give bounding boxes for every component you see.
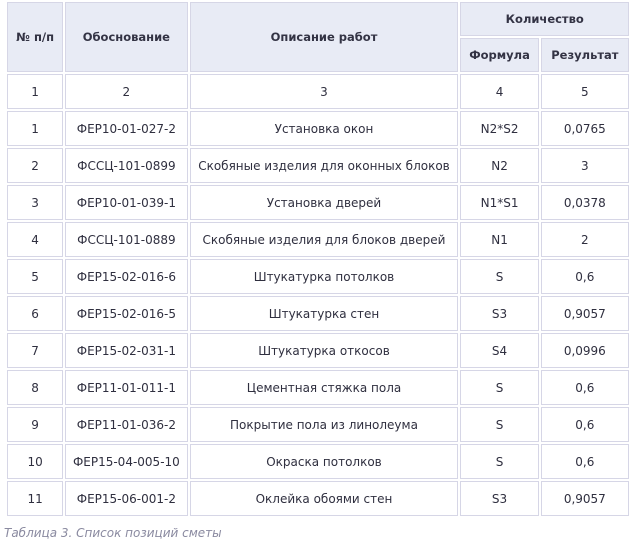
table-row: 7 ФЕР15-02-031-1 Штукатурка откосов S4 0,099… bbox=[7, 333, 629, 368]
table-row: 8 ФЕР11-01-011-1 Цементная стяжка пола S 0,6 bbox=[7, 370, 629, 405]
cell-formula: S3 bbox=[460, 481, 539, 516]
cell-basis: ФЕР11-01-011-1 bbox=[65, 370, 188, 405]
cell-formula: S bbox=[460, 444, 539, 479]
cell-result: 0,0765 bbox=[540, 111, 629, 146]
cell-num: 6 bbox=[7, 296, 64, 331]
cell-result: 0,6 bbox=[540, 407, 629, 442]
cell-description: Оклейка обоями стен bbox=[189, 481, 459, 516]
column-number: 4 bbox=[460, 74, 539, 109]
header-basis: Обоснование bbox=[65, 2, 188, 72]
cell-result: 0,9057 bbox=[540, 296, 629, 331]
cell-basis: ФССЦ-101-0899 bbox=[65, 148, 188, 183]
cell-result: 0,6 bbox=[540, 444, 629, 479]
cell-num: 8 bbox=[7, 370, 64, 405]
cell-description: Штукатурка потолков bbox=[189, 259, 459, 294]
cell-result: 3 bbox=[540, 148, 629, 183]
table-row: 6 ФЕР15-02-016-5 Штукатурка стен S3 0,9057 bbox=[7, 296, 629, 331]
cell-basis: ФЕР11-01-036-2 bbox=[65, 407, 188, 442]
cell-description: Штукатурка откосов bbox=[189, 333, 459, 368]
cell-num: 3 bbox=[7, 185, 64, 220]
cell-num: 5 bbox=[7, 259, 64, 294]
table-row: 10 ФЕР15-04-005-10 Окраска потолков S 0,6 bbox=[7, 444, 629, 479]
cell-result: 0,9057 bbox=[540, 481, 629, 516]
cell-description: Цементная стяжка пола bbox=[189, 370, 459, 405]
cell-basis: ФЕР15-02-016-5 bbox=[65, 296, 188, 331]
table-row: 9 ФЕР11-01-036-2 Покрытие пола из линолеум… bbox=[7, 407, 629, 442]
cell-formula: S bbox=[460, 407, 539, 442]
cell-formula: S bbox=[460, 259, 539, 294]
cell-basis: ФЕР15-06-001-2 bbox=[65, 481, 188, 516]
table-row: 3 ФЕР10-01-039-1 Установка дверей N1*S1 0,03… bbox=[7, 185, 629, 220]
table-caption: Таблица 3. Список позиций сметы bbox=[4, 526, 222, 540]
table-body: 1 2 3 4 5 1 ФЕР10-01-027-2 Установка окон N… bbox=[7, 74, 629, 516]
table-row: 4 ФССЦ-101-0889 Скобяные изделия для блоко… bbox=[7, 222, 629, 257]
header-formula: Формула bbox=[460, 38, 539, 72]
header-result: Результат bbox=[540, 38, 629, 72]
cell-num: 11 bbox=[7, 481, 64, 516]
cell-basis: ФЕР15-02-016-6 bbox=[65, 259, 188, 294]
cell-num: 4 bbox=[7, 222, 64, 257]
cell-description: Скобяные изделия для блоков дверей bbox=[189, 222, 459, 257]
cell-formula: N2*S2 bbox=[460, 111, 539, 146]
cell-description: Покрытие пола из линолеума bbox=[189, 407, 459, 442]
cell-num: 10 bbox=[7, 444, 64, 479]
header-description: Описание работ bbox=[189, 2, 459, 72]
cell-result: 0,6 bbox=[540, 370, 629, 405]
cell-num: 2 bbox=[7, 148, 64, 183]
cell-description: Установка окон bbox=[189, 111, 459, 146]
table-row: 1 ФЕР10-01-027-2 Установка окон N2*S2 0,0765 bbox=[7, 111, 629, 146]
column-number: 5 bbox=[540, 74, 629, 109]
cell-formula: S bbox=[460, 370, 539, 405]
column-number: 3 bbox=[189, 74, 459, 109]
cell-basis: ФЕР10-01-027-2 bbox=[65, 111, 188, 146]
column-number: 1 bbox=[7, 74, 64, 109]
cell-formula: S4 bbox=[460, 333, 539, 368]
header-quantity: Количество bbox=[460, 2, 629, 36]
estimate-table: № п/п Обоснование Описание работ Количес… bbox=[5, 0, 631, 518]
cell-formula: N1*S1 bbox=[460, 185, 539, 220]
cell-basis: ФССЦ-101-0889 bbox=[65, 222, 188, 257]
header-num: № п/п bbox=[7, 2, 64, 72]
cell-result: 2 bbox=[540, 222, 629, 257]
cell-formula: N1 bbox=[460, 222, 539, 257]
cell-description: Скобяные изделия для оконных блоков bbox=[189, 148, 459, 183]
cell-result: 0,0996 bbox=[540, 333, 629, 368]
estimate-table-container: № п/п Обоснование Описание работ Количес… bbox=[5, 0, 631, 518]
table-row: 2 ФССЦ-101-0899 Скобяные изделия для оконн… bbox=[7, 148, 629, 183]
table-row: 11 ФЕР15-06-001-2 Оклейка обоями стен S3 0,9… bbox=[7, 481, 629, 516]
cell-num: 9 bbox=[7, 407, 64, 442]
cell-formula: N2 bbox=[460, 148, 539, 183]
cell-basis: ФЕР10-01-039-1 bbox=[65, 185, 188, 220]
cell-description: Штукатурка стен bbox=[189, 296, 459, 331]
cell-basis: ФЕР15-04-005-10 bbox=[65, 444, 188, 479]
cell-result: 0,0378 bbox=[540, 185, 629, 220]
column-numbers-row: 1 2 3 4 5 bbox=[7, 74, 629, 109]
column-number: 2 bbox=[65, 74, 188, 109]
cell-formula: S3 bbox=[460, 296, 539, 331]
cell-description: Окраска потолков bbox=[189, 444, 459, 479]
cell-num: 7 bbox=[7, 333, 64, 368]
table-row: 5 ФЕР15-02-016-6 Штукатурка потолков S 0,6 bbox=[7, 259, 629, 294]
cell-num: 1 bbox=[7, 111, 64, 146]
cell-result: 0,6 bbox=[540, 259, 629, 294]
cell-description: Установка дверей bbox=[189, 185, 459, 220]
cell-basis: ФЕР15-02-031-1 bbox=[65, 333, 188, 368]
